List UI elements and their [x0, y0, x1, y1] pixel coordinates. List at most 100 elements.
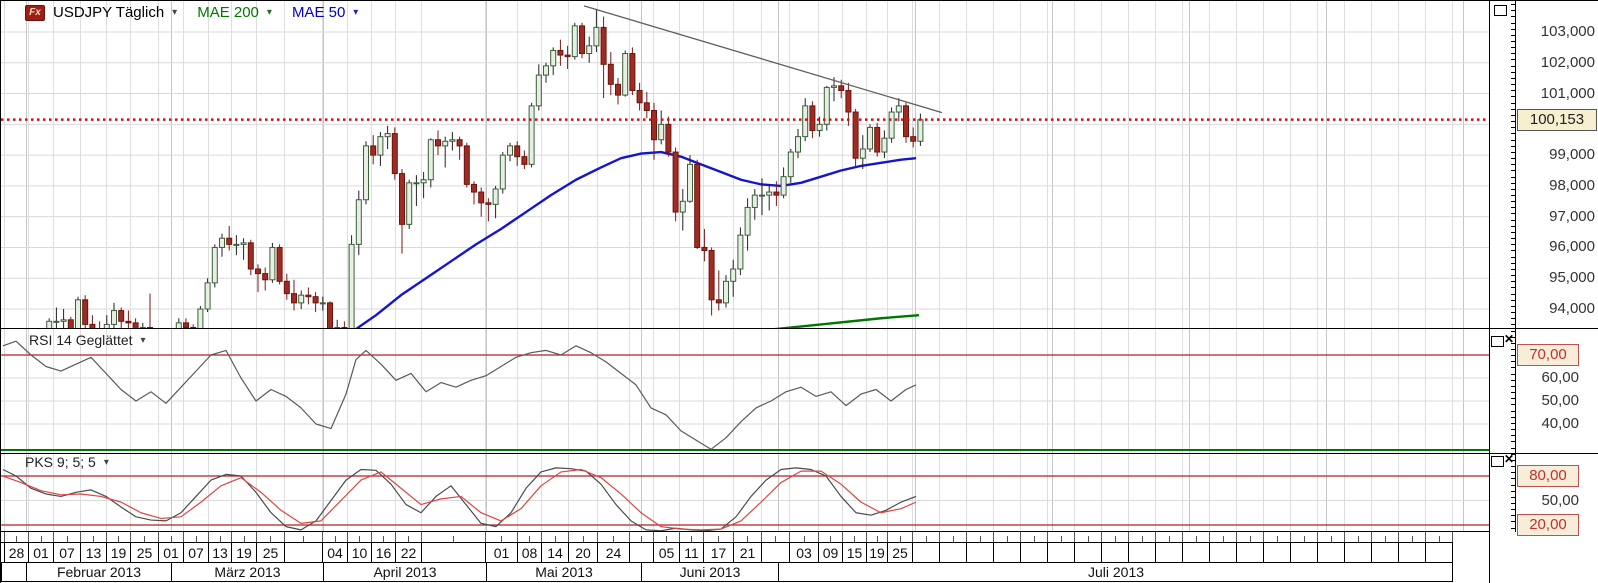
ruler-tick: [1511, 65, 1515, 67]
ruler-tick: [1511, 379, 1515, 381]
panel-separator: [1, 453, 1598, 454]
ruler-tick: [1511, 188, 1515, 190]
price-tick-label: 99,000: [1549, 146, 1595, 164]
ruler-tick: [1511, 299, 1515, 301]
axis-tick: [28, 532, 29, 542]
ruler-tick: [1511, 47, 1515, 49]
ruler-tick: [1511, 385, 1515, 387]
ruler-tick: [1511, 435, 1515, 437]
ruler-tick: [1511, 349, 1515, 350]
ruler-tick: [1511, 231, 1515, 233]
axis-tick: [1425, 532, 1426, 542]
ruler-tick: [1511, 478, 1515, 480]
axis-tick: [1371, 532, 1372, 542]
day-cell: [1290, 543, 1317, 562]
day-cell: [629, 543, 653, 562]
axis-tick: [1290, 532, 1291, 542]
axis-tick: [1344, 532, 1345, 542]
axis-tick: [866, 532, 867, 542]
axis-tick: [568, 532, 569, 542]
month-cell: [1, 563, 26, 581]
rsi-chart-canvas[interactable]: [1, 329, 1489, 453]
month-cell: Juni 2013: [641, 563, 778, 581]
pks-panel-close-button[interactable]: ✕: [1504, 453, 1514, 465]
axis-tick: [789, 532, 790, 542]
main-panel-restore-button[interactable]: [1494, 5, 1507, 16]
ruler-tick: [1511, 373, 1515, 375]
ruler-tick: [1511, 127, 1515, 129]
chevron-down-icon[interactable]: ▾: [172, 7, 177, 18]
day-cell: [1101, 543, 1128, 562]
axis-tick: [158, 532, 159, 542]
day-cell: 01: [158, 543, 183, 562]
ruler-tick: [1511, 22, 1515, 24]
axis-tick: [130, 532, 131, 542]
axis-cell-border: [1452, 563, 1453, 581]
ruler-tick: [1511, 404, 1515, 406]
ruler-tick: [1511, 108, 1515, 110]
axis-tick: [1263, 532, 1264, 542]
chevron-down-icon[interactable]: ▾: [141, 335, 146, 346]
ruler-tick: [1511, 293, 1515, 295]
ruler-tick: [1511, 361, 1515, 363]
ruler-tick: [1511, 496, 1515, 498]
rsi-panel-restore-button[interactable]: [1491, 336, 1504, 347]
month-cell: Februar 2013: [26, 563, 171, 581]
day-cell: 20: [568, 543, 597, 562]
ruler-tick: [1511, 398, 1515, 400]
axis-tick: [371, 532, 372, 542]
axis-tick: [1047, 532, 1048, 542]
chevron-down-icon[interactable]: ▾: [104, 457, 109, 468]
ruler-tick: [1511, 490, 1515, 492]
price-chart-canvas[interactable]: [1, 1, 1489, 328]
axis-tick: [517, 532, 518, 542]
day-cell: [1371, 543, 1398, 562]
day-cell: 10: [347, 543, 371, 562]
current-price-label: 100,153: [1517, 108, 1597, 131]
day-cell: 11: [679, 543, 703, 562]
ruler-tick: [1511, 244, 1515, 246]
day-cell: [1317, 543, 1344, 562]
ruler-tick: [1511, 225, 1515, 227]
day-cell: [1236, 543, 1263, 562]
day-cell: [1020, 543, 1047, 562]
pks-panel-restore-button[interactable]: [1491, 456, 1504, 467]
axis-tick: [1236, 532, 1237, 542]
day-cell: 25: [130, 543, 158, 562]
axis-tick: [966, 532, 967, 542]
axis-tick: [842, 532, 843, 542]
axis-tick: [1155, 532, 1156, 542]
axis-tick: [703, 532, 704, 542]
ruler-tick: [1511, 287, 1515, 289]
day-cell: 09: [818, 543, 842, 562]
day-cell: 13: [80, 543, 106, 562]
chevron-down-icon[interactable]: ▾: [267, 7, 272, 18]
axis-tick: [106, 532, 107, 542]
axis-tick: [1020, 532, 1021, 542]
axis-tick: [1182, 532, 1183, 542]
axis-tick: [1398, 532, 1399, 542]
stochastic-chart-canvas[interactable]: [1, 454, 1489, 531]
ruler-tick: [1511, 213, 1515, 215]
indicator-mae50-label[interactable]: MAE 50: [292, 4, 345, 21]
axis-tick: [256, 532, 257, 542]
rsi-panel-close-button[interactable]: ✕: [1504, 333, 1514, 345]
axis-tick: [1317, 532, 1318, 542]
ruler-tick: [1511, 182, 1515, 184]
indicator-mae200-label[interactable]: MAE 200: [197, 4, 259, 21]
ruler-tick: [1511, 305, 1515, 307]
day-cell: 01: [28, 543, 53, 562]
day-cell: 07: [183, 543, 208, 562]
ruler-tick: [1511, 281, 1515, 283]
month-cell: April 2013: [323, 563, 486, 581]
ruler-tick: [1511, 312, 1515, 313]
ruler-tick: [1511, 96, 1515, 98]
ruler-tick: [1511, 207, 1515, 209]
ruler-tick: [1511, 219, 1515, 221]
axis-tick: [733, 532, 734, 542]
axis-tick: [1128, 532, 1129, 542]
chart-legend: Fx USDJPY Täglich ▾ MAE 200 ▾ MAE 50 ▾: [25, 4, 362, 21]
pks-tick-label: 20,00: [1517, 513, 1579, 536]
chevron-down-icon[interactable]: ▾: [353, 7, 358, 18]
ruler-tick: [1511, 509, 1515, 511]
